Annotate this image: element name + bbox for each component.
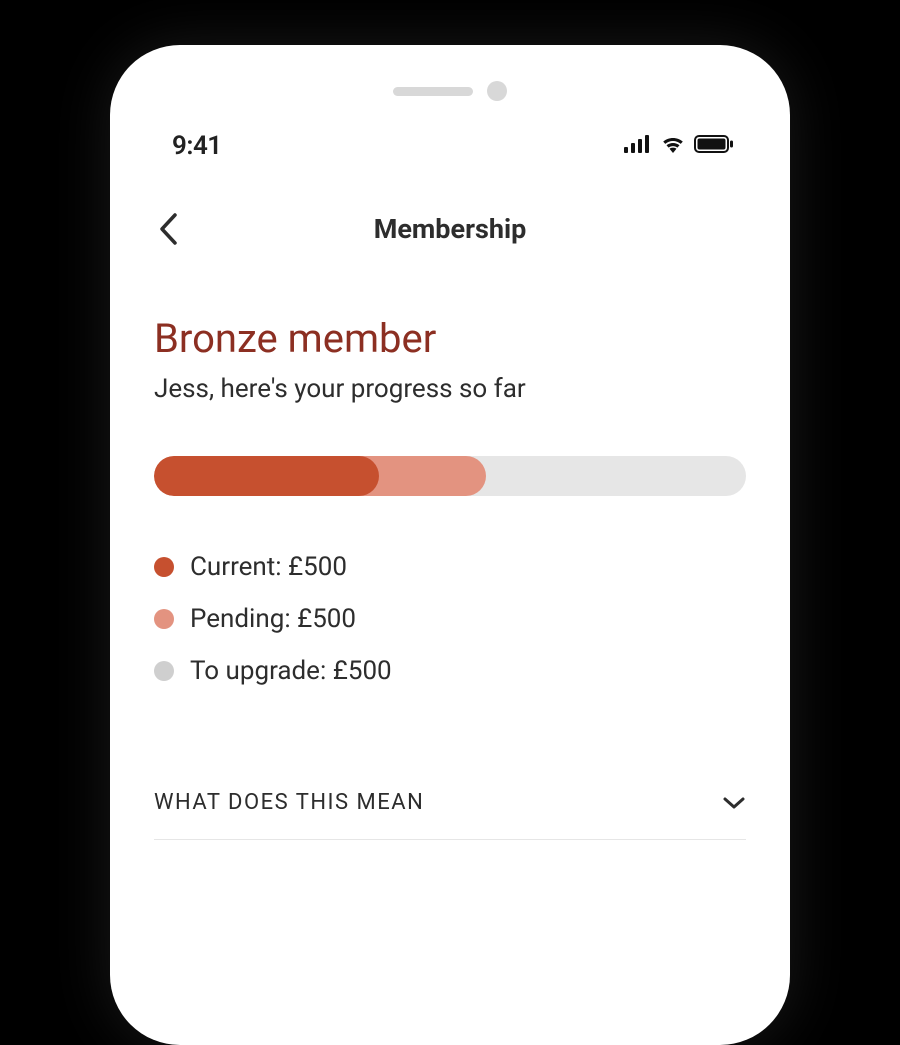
legend-dot-current	[154, 557, 174, 577]
back-button[interactable]	[148, 209, 188, 249]
progress-bar	[154, 456, 746, 496]
phone-frame: 9:41	[110, 45, 790, 1045]
content-area: Bronze member Jess, here's your progress…	[110, 259, 790, 840]
page-title: Membership	[110, 213, 790, 245]
legend-dot-pending	[154, 609, 174, 629]
progress-legend: Current: £500 Pending: £500 To upgrade: …	[154, 552, 746, 686]
membership-tier-title: Bronze member	[154, 315, 746, 362]
progress-subtitle: Jess, here's your progress so far	[154, 374, 746, 404]
legend-item-upgrade: To upgrade: £500	[154, 656, 746, 686]
status-time: 9:41	[172, 131, 222, 161]
legend-dot-upgrade	[154, 661, 174, 681]
legend-item-current: Current: £500	[154, 552, 746, 582]
nav-bar: Membership	[110, 171, 790, 259]
legend-label-current: Current: £500	[190, 552, 347, 582]
accordion-what-does-this-mean[interactable]: WHAT DOES THIS MEAN	[154, 766, 746, 840]
accordion-label: WHAT DOES THIS MEAN	[154, 790, 424, 815]
battery-icon	[694, 135, 734, 157]
chevron-left-icon	[158, 212, 178, 246]
status-icons	[624, 134, 734, 158]
chevron-down-icon	[722, 796, 746, 810]
device-speaker-row	[110, 81, 790, 101]
cellular-icon	[624, 135, 652, 157]
wifi-icon	[660, 134, 686, 158]
speaker-slot	[393, 87, 473, 96]
front-camera	[487, 81, 507, 101]
legend-label-upgrade: To upgrade: £500	[190, 656, 392, 686]
legend-label-pending: Pending: £500	[190, 604, 356, 634]
status-bar: 9:41	[110, 121, 790, 171]
progress-current-fill	[154, 456, 379, 496]
legend-item-pending: Pending: £500	[154, 604, 746, 634]
